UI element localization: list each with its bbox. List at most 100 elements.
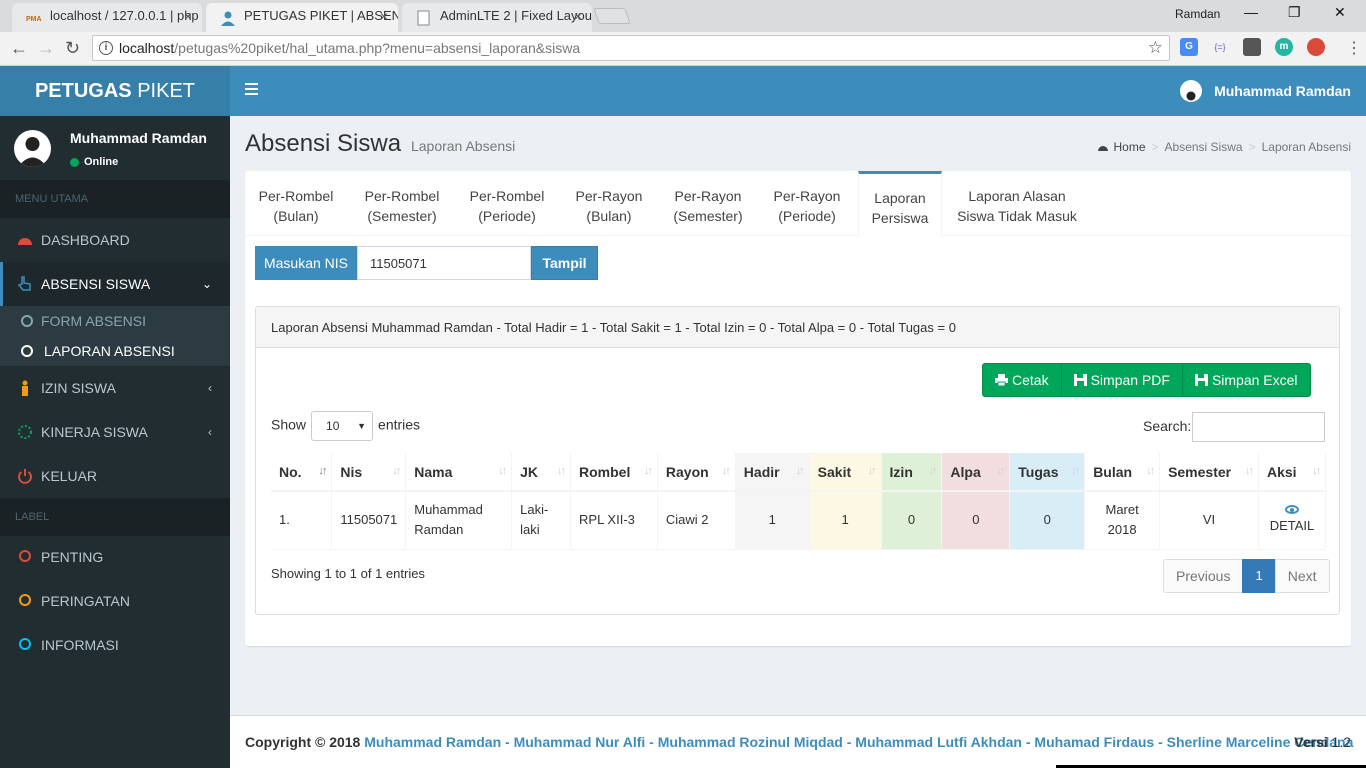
col-bulan[interactable]: Bulan ↓↑ [1084,453,1161,492]
col-no[interactable]: No. ↓↑ [271,453,333,492]
sidebar-item-label: LAPORAN ABSENSI [44,343,175,359]
sort-icon: ↓↑ [1244,465,1254,477]
url-host: localhost [119,40,175,56]
sidebar-item-absensi-siswa[interactable]: ABSENSI SISWA ⌄ [0,262,230,306]
page-1-button[interactable]: 1 [1242,559,1276,593]
col-jk[interactable]: JK ↓↑ [511,453,572,492]
simpan-pdf-button[interactable]: Simpan PDF [1060,363,1183,397]
next-button[interactable]: Next [1274,559,1330,593]
browser-tab-adminlte[interactable]: AdminLTE 2 | Fixed Layou × [402,3,592,32]
sidebar-item-izin-siswa[interactable]: IZIN SISWA ‹ [0,366,230,410]
minimize-icon[interactable]: — [1244,4,1258,20]
col-alpa[interactable]: Alpa ↓↑ [941,453,1011,492]
json-extension-icon[interactable]: {=} [1211,38,1229,56]
cell-sakit: 1 [809,491,882,550]
sidebar-item-peringatan[interactable]: PERINGATAN [0,579,230,623]
tab-per-rayon-semester[interactable]: Per-Rayon (Semester) [661,171,755,236]
app-logo[interactable]: PETUGAS PIKET [0,66,230,116]
tab-label-1: Per-Rombel [469,188,545,204]
user-menu[interactable]: Muhammad Ramdan [1180,66,1351,116]
col-rombel[interactable]: Rombel ↓↑ [570,453,658,492]
tab-close-icon[interactable]: × [184,3,192,29]
entries-value: 10 [326,419,340,433]
col-hadir[interactable]: Hadir ↓↑ [735,453,810,492]
sidebar-item-label: IZIN SISWA [41,380,116,396]
sidebar-item-kinerja-siswa[interactable]: KINERJA SISWA ‹ [0,410,230,454]
qr-code-extension-icon[interactable] [1243,38,1261,56]
tab-laporan-persiswa[interactable]: Laporan Persiswa [858,171,942,237]
user-avatar-icon [1180,80,1203,102]
col-semester[interactable]: Semester ↓↑ [1159,453,1259,492]
sidebar-user-name: Muhammad Ramdan [70,130,207,146]
col-label: Izin [889,463,913,480]
info-icon[interactable]: i [99,41,113,55]
tab-per-rombel-bulan[interactable]: Per-Rombel (Bulan) [245,171,347,236]
col-label: Rombel [579,463,631,480]
circle-icon [19,550,31,562]
version-label: Versi [1294,734,1328,750]
tampil-button[interactable]: Tampil [531,246,598,280]
browser-tab-phpmyadmin[interactable]: PMA localhost / 127.0.0.1 | php × [12,3,202,32]
sidebar-toggle-icon[interactable] [245,83,258,95]
translate-extension-icon[interactable]: G [1180,38,1198,56]
sort-icon: ↓↑ [498,465,507,477]
url-text[interactable]: localhost/petugas%20piket/hal_utama.php?… [119,40,580,56]
bookmark-star-icon[interactable]: ☆ [1148,38,1163,58]
tab-close-icon[interactable]: × [574,3,582,29]
forward-icon[interactable]: → [37,38,55,59]
print-icon [995,374,1008,386]
sidebar-item-keluar[interactable]: KELUAR [0,454,230,498]
breadcrumb-home[interactable]: Home [1114,140,1146,154]
cetak-button[interactable]: Cetak [982,363,1062,397]
address-bar[interactable]: i localhost/petugas%20piket/hal_utama.ph… [92,35,1170,61]
col-nama[interactable]: Nama ↓↑ [405,453,513,492]
reload-icon[interactable]: ↻ [65,38,80,59]
back-icon[interactable]: ← [10,38,28,59]
tab-per-rombel-periode[interactable]: Per-Rombel (Periode) [457,171,557,236]
sidebar-item-penting[interactable]: PENTING [0,535,230,579]
tab-per-rayon-periode[interactable]: Per-Rayon (Periode) [755,171,859,236]
col-nis[interactable]: Nis ↓↑ [331,453,407,492]
breadcrumb-absensi[interactable]: Absensi Siswa [1165,140,1243,154]
sidebar-item-informasi[interactable]: INFORMASI [0,623,230,667]
detail-link[interactable]: DETAIL [1258,491,1327,550]
nis-input[interactable] [357,246,531,280]
tab-close-icon[interactable]: × [380,3,388,29]
browser-menu-icon[interactable]: ⋮ [1346,38,1362,58]
new-tab-button[interactable] [593,8,631,24]
sidebar-subitem-form-absensi[interactable]: FORM ABSENSI [0,306,230,336]
tab-per-rombel-semester[interactable]: Per-Rombel (Semester) [347,171,457,236]
restore-icon[interactable]: ❐ [1288,4,1301,21]
simpan-excel-button[interactable]: Simpan Excel [1181,363,1311,397]
tab-per-rayon-bulan[interactable]: Per-Rayon (Bulan) [557,171,661,236]
sidebar: Muhammad Ramdan Online MENU UTAMA DASHBO… [0,116,230,768]
cell-semester: VI [1159,491,1259,550]
m-extension-icon[interactable]: m [1275,38,1293,56]
window-profile-name[interactable]: Ramdan [1175,7,1220,21]
online-dot-icon [70,158,79,167]
jk-line-1: Laki- [520,502,549,518]
col-label: Tugas [1018,463,1059,480]
col-label: Nama [414,463,453,480]
sidebar-subitem-laporan-absensi[interactable]: LAPORAN ABSENSI [0,336,230,366]
col-sakit[interactable]: Sakit ↓↑ [809,453,882,492]
tab-laporan-alasan[interactable]: Laporan Alasan Siswa Tidak Masuk [942,171,1092,236]
col-rayon[interactable]: Rayon ↓↑ [657,453,736,492]
sort-icon: ↓↑ [721,465,731,477]
previous-button[interactable]: Previous [1163,559,1244,593]
author-links[interactable]: Muhammad Ramdan - Muhammad Nur Alfi - Mu… [364,734,1353,750]
report-panel: Laporan Absensi Muhammad Ramdan - Total … [255,306,1340,615]
close-window-icon[interactable]: ✕ [1334,4,1346,21]
search-input[interactable] [1192,412,1325,442]
user-panel: Muhammad Ramdan Online [0,116,230,180]
sidebar-item-dashboard[interactable]: DASHBOARD [0,218,230,262]
simpan-excel-label: Simpan Excel [1211,372,1298,388]
sort-icon: ↓↑ [392,465,401,477]
col-label: Alpa [950,463,981,480]
color-extension-icon[interactable] [1307,38,1325,56]
entries-select[interactable]: 10 ▼ [311,411,374,441]
col-tugas[interactable]: Tugas ↓↑ [1009,453,1086,492]
browser-tab-petugas-piket[interactable]: PETUGAS PIKET | ABSENS × [206,3,398,32]
col-izin[interactable]: Izin ↓↑ [881,453,943,492]
col-aksi[interactable]: Aksi ↓↑ [1258,453,1327,492]
